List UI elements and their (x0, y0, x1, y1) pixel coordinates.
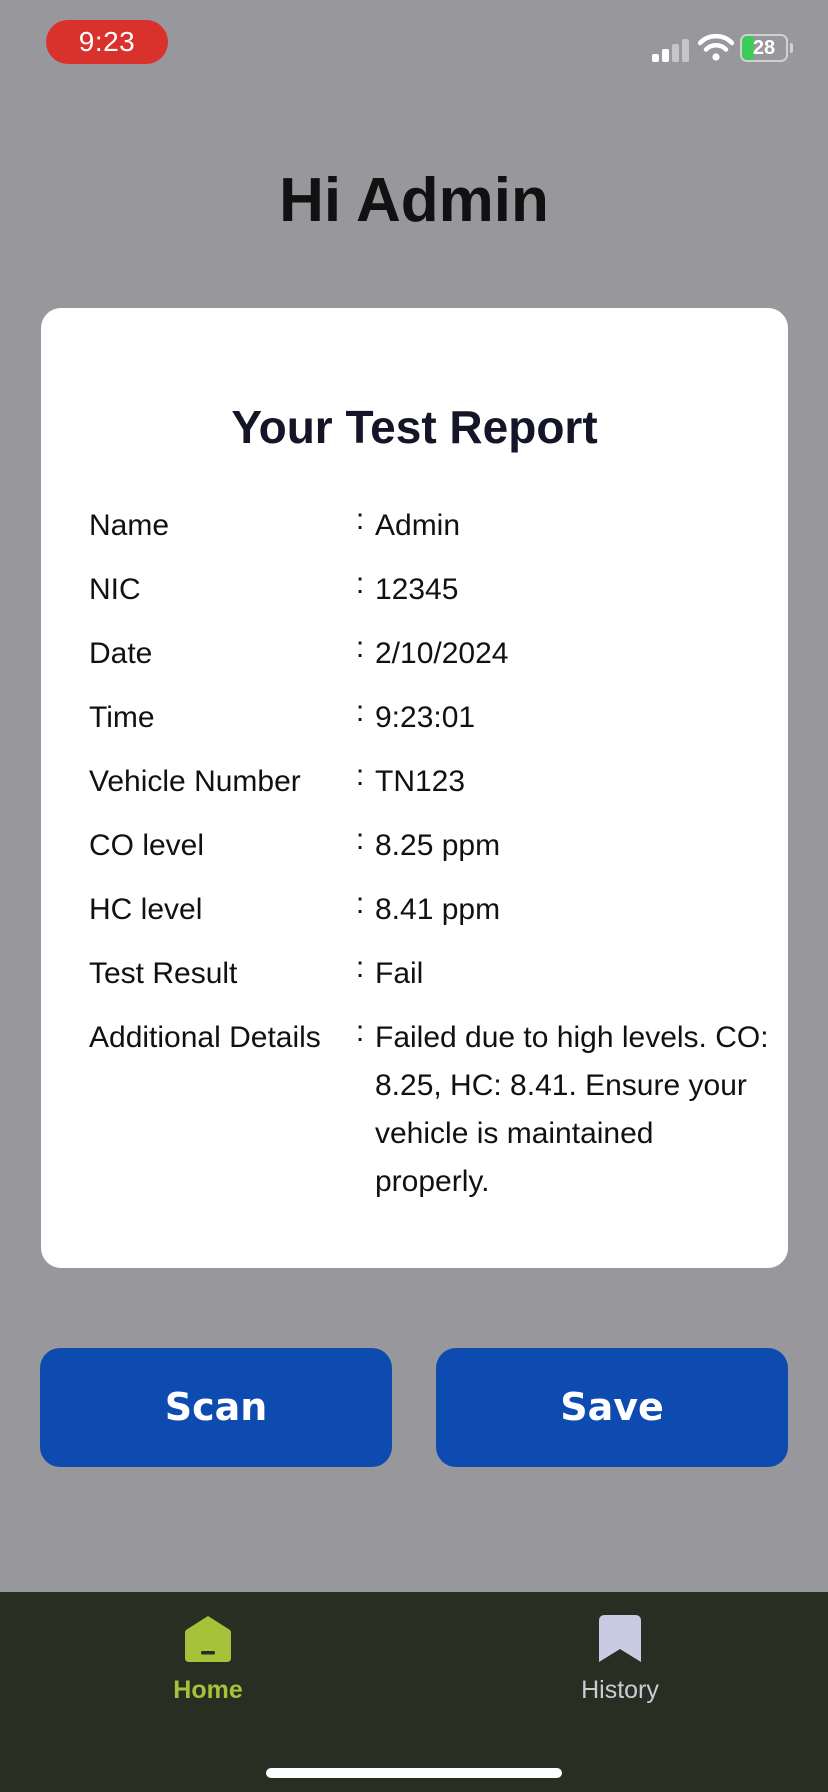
tab-home-label: Home (173, 1676, 243, 1704)
row-value: Admin (375, 509, 461, 542)
signal-icon (652, 36, 690, 62)
tab-history-label: History (581, 1676, 659, 1704)
row-separator: : (355, 759, 365, 792)
row-separator: : (355, 695, 365, 728)
row-label: CO level (89, 829, 205, 862)
report-row-nic: NIC : 12345 (89, 566, 769, 614)
battery-nub (790, 43, 793, 53)
home-icon (185, 1616, 231, 1662)
report-row-vehicle-number: Vehicle Number : TN123 (89, 758, 769, 806)
row-value: 9:23:01 (375, 701, 476, 734)
battery-icon: 28 (740, 34, 788, 62)
row-separator: : (355, 503, 365, 536)
tab-home[interactable]: Home (108, 1614, 308, 1705)
home-indicator (266, 1768, 562, 1778)
report-row-hc-level: HC level : 8.41 ppm (89, 886, 769, 934)
status-bar: 9:23 28 (0, 0, 828, 90)
row-separator: : (355, 823, 365, 856)
report-row-co-level: CO level : 8.25 ppm (89, 822, 769, 870)
row-label: NIC (89, 573, 141, 606)
battery-percent: 28 (752, 37, 776, 59)
row-value: 2/10/2024 (375, 637, 509, 670)
row-label: HC level (89, 893, 203, 926)
row-value: 8.41 ppm (375, 893, 501, 926)
row-value: Failed due to high levels. CO: 8.25, HC:… (375, 1021, 769, 1198)
row-label: Name (89, 509, 170, 542)
report-row-name: Name : Admin (89, 502, 769, 550)
row-label: Test Result (89, 957, 238, 990)
report-row-time: Time : 9:23:01 (89, 694, 769, 742)
row-label: Vehicle Number (89, 765, 301, 798)
report-row-additional-details: Additional Details : Failed due to high … (89, 1014, 769, 1206)
report-title: Your Test Report (231, 401, 598, 453)
row-label: Time (89, 701, 155, 734)
bottom-tab-bar: Home History (0, 1592, 828, 1792)
report-row-date: Date : 2/10/2024 (89, 630, 769, 678)
bookmark-icon (599, 1615, 641, 1662)
wifi-icon (698, 33, 734, 61)
row-value: Fail (375, 957, 424, 990)
row-value: 12345 (375, 573, 459, 606)
tab-history[interactable]: History (520, 1614, 720, 1705)
row-value: TN123 (375, 765, 466, 798)
report-rows: Name : Admin NIC : 12345 Date : 2/10/202… (89, 502, 769, 1222)
row-separator: : (355, 567, 365, 600)
row-separator: : (355, 1015, 365, 1048)
row-separator: : (355, 887, 365, 920)
status-time[interactable]: 9:23 (46, 20, 168, 64)
row-separator: : (355, 951, 365, 984)
report-row-test-result: Test Result : Fail (89, 950, 769, 998)
scan-button[interactable]: Scan (40, 1348, 392, 1467)
row-value: 8.25 ppm (375, 829, 501, 862)
test-report-card: Your Test Report Name : Admin NIC : 1234… (41, 308, 788, 1268)
greeting-title: Hi Admin (279, 166, 549, 235)
save-button[interactable]: Save (436, 1348, 788, 1467)
row-separator: : (355, 631, 365, 664)
row-label: Date (89, 637, 153, 670)
row-label: Additional Details (89, 1021, 321, 1054)
